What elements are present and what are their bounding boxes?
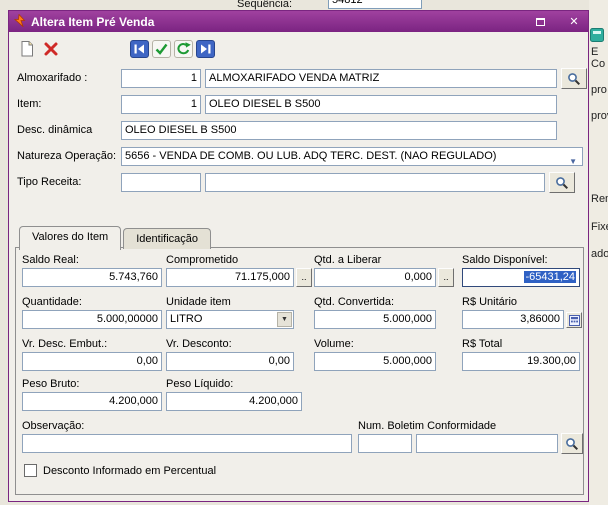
background-text-fragment: ados [591,248,608,260]
altera-item-pre-venda-dialog: Altera Item Pré Venda ✕ Almoxarifado : 1… [8,10,589,502]
background-window-edge: E Co pro prov Rent Fixe ados [589,0,608,505]
qtd-a-liberar-detail-button[interactable]: .. [438,268,454,287]
qtd-convertida-field[interactable]: 5.000,000 [314,310,436,329]
volume-label: Volume: [314,338,354,350]
rs-unitario-field[interactable]: 3,86000 [462,310,564,329]
qtd-a-liberar-field[interactable]: 0,000 [314,268,436,287]
maximize-icon [536,18,545,26]
sequencia-label: Sequência: [237,0,292,10]
num-boletim-desc-field[interactable] [416,434,558,453]
vr-desconto-field[interactable]: 0,00 [166,352,294,371]
saldo-real-field[interactable]: 5.743,760 [22,268,162,287]
num-boletim-code-field[interactable] [358,434,412,453]
num-boletim-lookup-button[interactable] [561,433,583,454]
calculator-icon [569,315,580,326]
tab-valores-do-item[interactable]: Valores do Item [19,226,121,250]
observacao-label: Observação: [22,420,84,432]
new-page-icon [18,40,36,58]
background-text-fragment: prov [591,110,608,122]
qtd-a-liberar-label: Qtd. a Liberar [314,254,381,266]
first-record-icon [130,40,149,58]
magnifier-icon [565,437,579,451]
natureza-operacao-value: 5656 - VENDA DE COMB. OU LUB. ADQ TERC. … [125,150,496,162]
natureza-operacao-label: Natureza Operação: [17,150,116,162]
background-text-fragment: Fixe [591,221,608,233]
chevron-down-icon: ▼ [277,312,292,327]
desc-dinamica-field[interactable]: OLEO DIESEL B S500 [121,121,557,140]
sequencia-field[interactable]: 54812 [328,0,422,9]
almoxarifado-name-field[interactable]: ALMOXARIFADO VENDA MATRIZ [205,69,557,88]
rs-total-label: R$ Total [462,338,502,350]
almoxarifado-label: Almoxarifado : [17,72,87,84]
background-text-fragment: Co [591,58,605,70]
close-button[interactable]: ✕ [564,14,584,30]
peso-bruto-field[interactable]: 4.200,000 [22,392,162,411]
saldo-disponivel-label: Saldo Disponível: [462,254,548,266]
tab-identificacao[interactable]: Identificação [123,228,211,249]
tipo-receita-lookup-button[interactable] [549,172,575,193]
item-name-field[interactable]: OLEO DIESEL B S500 [205,95,557,114]
num-boletim-label: Num. Boletim Conformidade [358,420,496,432]
last-record-icon [196,40,215,58]
comprometido-label: Comprometido [166,254,238,266]
qtd-convertida-label: Qtd. Convertida: [314,296,394,308]
red-x-icon [43,41,59,57]
refresh-button[interactable] [173,39,193,59]
background-app-icon [590,28,604,45]
peso-bruto-label: Peso Bruto: [22,378,79,390]
unidade-item-select[interactable]: LITRO ▼ [166,310,294,329]
quantidade-field[interactable]: 5.000,00000 [22,310,162,329]
confirm-button[interactable] [151,39,171,59]
tipo-receita-code-field[interactable] [121,173,201,192]
peso-liquido-field[interactable]: 4.200,000 [166,392,302,411]
saldo-disponivel-field[interactable]: -65431,24 [462,268,580,287]
unidade-item-label: Unidade item [166,296,231,308]
background-text-fragment: E [591,46,598,58]
screen: { "background": { "sequencia_label": "Se… [0,0,608,505]
desc-dinamica-label: Desc. dinâmica [17,124,92,136]
vr-desc-embut-field[interactable]: 0,00 [22,352,162,371]
delete-item-button[interactable] [41,39,61,59]
green-check-icon [152,40,171,58]
dialog-icon [13,14,26,30]
desconto-percentual-checkbox-label: Desconto Informado em Percentual [43,465,216,477]
saldo-real-label: Saldo Real: [22,254,79,266]
background-text-fragment: pro [591,84,607,96]
saldo-disponivel-selected-text: -65431,24 [524,271,576,283]
tipo-receita-name-field[interactable] [205,173,545,192]
unidade-item-value: LITRO [170,313,202,325]
dialog-title: Altera Item Pré Venda [31,15,516,29]
comprometido-field[interactable]: 71.175,000 [166,268,294,287]
comprometido-detail-button[interactable]: .. [296,268,312,287]
natureza-operacao-select[interactable]: 5656 - VENDA DE COMB. OU LUB. ADQ TERC. … [121,147,583,166]
vr-desconto-label: Vr. Desconto: [166,338,232,350]
magnifier-icon [555,176,569,190]
new-item-button[interactable] [17,39,37,59]
desconto-percentual-checkbox-row: Desconto Informado em Percentual [24,464,216,477]
chevron-down-icon: ▼ [569,153,577,166]
rs-total-field[interactable]: 19.300,00 [462,352,580,371]
nav-first-button[interactable] [129,39,149,59]
tipo-receita-label: Tipo Receita: [17,176,81,188]
desconto-percentual-checkbox[interactable] [24,464,37,477]
valores-panel: Saldo Real: 5.743,760 Comprometido 71.17… [15,247,584,495]
tab-bar: Valores do ItemIdentificação [19,226,213,250]
observacao-field[interactable] [22,434,352,453]
dialog-titlebar[interactable]: Altera Item Pré Venda ✕ [9,11,588,32]
background-text-fragment: Rent [591,193,608,205]
maximize-button[interactable] [530,14,550,30]
item-code-field[interactable]: 1 [121,95,201,114]
volume-field[interactable]: 5.000,000 [314,352,436,371]
refresh-icon [174,40,193,58]
quantidade-label: Quantidade: [22,296,82,308]
rs-unitario-label: R$ Unitário [462,296,517,308]
almoxarifado-lookup-button[interactable] [561,68,587,89]
item-label: Item: [17,98,41,110]
nav-last-button[interactable] [195,39,215,59]
peso-liquido-label: Peso Líquido: [166,378,233,390]
vr-desc-embut-label: Vr. Desc. Embut.: [22,338,107,350]
rs-unitario-calc-button[interactable] [566,312,582,328]
magnifier-icon [567,72,581,86]
almoxarifado-code-field[interactable]: 1 [121,69,201,88]
